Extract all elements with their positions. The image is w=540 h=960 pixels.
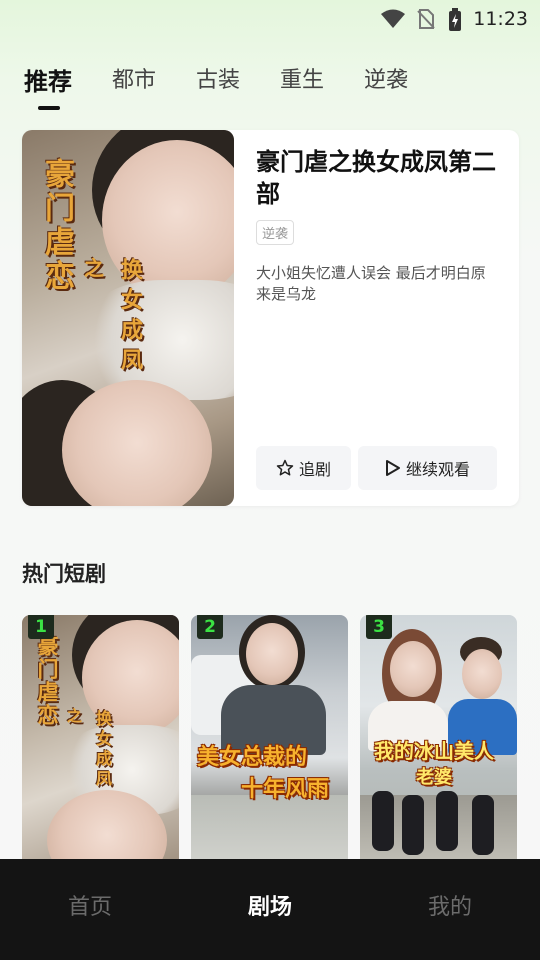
play-icon: [385, 460, 400, 476]
poster-bodyguard-shape: [436, 791, 458, 851]
poster-title-connector: 之: [84, 256, 104, 280]
hot-drama-card-3[interactable]: 我的冰山美人 老婆 3: [360, 615, 517, 875]
tab-costume[interactable]: 古装: [196, 62, 240, 112]
poster-title-line-1: 美女总裁的: [197, 745, 308, 770]
tab-recommend[interactable]: 推荐: [24, 62, 72, 112]
poster-title-vertical: 豪门虐恋: [39, 158, 74, 294]
poster-bodyguard-shape: [472, 795, 494, 855]
nav-theater[interactable]: 剧场: [180, 859, 360, 960]
rank-badge: 1: [28, 615, 54, 639]
poster-title-right: 换女成凤: [117, 258, 143, 378]
category-tabs: 推荐 都市 古装 重生 逆袭: [24, 62, 448, 112]
status-bar: 11:23: [0, 0, 540, 40]
battery-charging-icon: [449, 8, 461, 31]
featured-poster[interactable]: 豪门虐恋 之 换女成凤: [22, 130, 234, 506]
featured-description: 大小姐失忆遭人误会 最后才明白原来是乌龙: [256, 264, 486, 303]
featured-drama-card[interactable]: 豪门虐恋 之 换女成凤 豪门虐之换女成凤第二部 逆袭 大小姐失忆遭人误会 最后才…: [22, 130, 519, 506]
poster-face: [246, 623, 298, 685]
poster-title-vertical: 豪门虐恋: [35, 635, 60, 727]
clock: 11:23: [473, 8, 528, 30]
poster-title-line-1: 我的冰山美人: [374, 739, 494, 763]
rank-badge: 3: [366, 615, 392, 639]
star-icon: [276, 459, 294, 476]
continue-label: 继续观看: [405, 460, 470, 479]
poster-bodyguard-shape: [372, 791, 394, 851]
nav-profile[interactable]: 我的: [360, 859, 540, 960]
no-sim-icon: [417, 9, 435, 29]
poster-title-right: 换女成凤: [93, 710, 112, 790]
poster-title-line-2: 十年风雨: [241, 777, 330, 802]
hot-drama-card-2[interactable]: 美女总裁的 十年风雨 2: [191, 615, 348, 875]
tab-comeback[interactable]: 逆袭: [364, 62, 408, 112]
wifi-icon: [381, 9, 405, 28]
poster-title-line-2: 老婆: [416, 767, 452, 788]
continue-watching-button[interactable]: 继续观看: [358, 446, 497, 490]
section-title-hot: 热门短剧: [22, 562, 106, 586]
poster-face-right: [462, 649, 502, 699]
rank-badge: 2: [197, 615, 223, 639]
genre-tag: 逆袭: [256, 220, 295, 245]
follow-label: 追剧: [298, 460, 331, 479]
follow-button[interactable]: 追剧: [256, 446, 351, 490]
tab-city[interactable]: 都市: [112, 62, 156, 112]
featured-title[interactable]: 豪门虐之换女成凤第二部: [256, 146, 496, 210]
nav-home[interactable]: 首页: [0, 859, 180, 960]
hot-drama-card-1[interactable]: 豪门虐恋 之 换女成凤 1: [22, 615, 179, 875]
bottom-navigation: 首页 剧场 我的: [0, 859, 540, 960]
poster-bodyguard-shape: [402, 795, 424, 855]
poster-title-connector: 之: [67, 707, 83, 725]
hot-drama-list: 豪门虐恋 之 换女成凤 1 美女总裁的 十年风雨 2 我的冰山美人 老婆 3: [22, 615, 519, 875]
poster-face-left: [390, 641, 436, 697]
tab-rebirth[interactable]: 重生: [280, 62, 324, 112]
